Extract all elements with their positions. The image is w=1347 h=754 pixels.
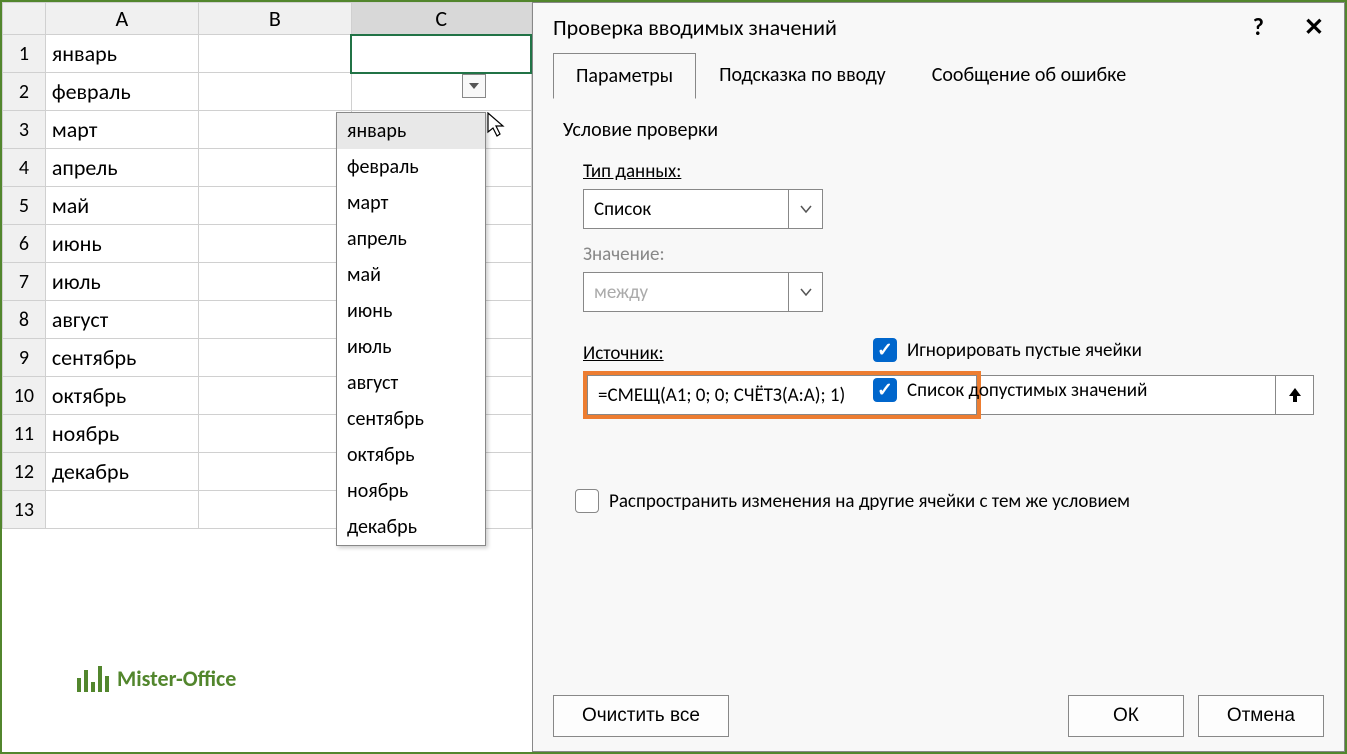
column-header-c[interactable]: C [351,3,531,35]
in-cell-dropdown-label: Список допустимых значений [907,379,1147,402]
dropdown-item[interactable]: октябрь [337,437,485,473]
cell[interactable] [198,301,351,339]
cell[interactable] [198,35,351,73]
apply-changes-label: Распространить изменения на другие ячейк… [609,490,1130,513]
chevron-down-icon [469,83,479,89]
cell[interactable] [198,225,351,263]
mouse-cursor-icon [487,112,507,138]
cell[interactable]: февраль [45,73,198,111]
arrow-up-icon [1287,386,1303,404]
cell-dropdown-button[interactable] [462,74,486,98]
validation-dropdown-list[interactable]: январь февраль март апрель май июнь июль… [336,112,486,546]
select-all-corner[interactable] [3,3,46,35]
close-button[interactable]: ✕ [1304,13,1324,42]
clear-all-button[interactable]: Очистить все [553,695,729,737]
row-header[interactable]: 2 [3,73,46,111]
row-header[interactable]: 4 [3,149,46,187]
data-combobox: между [583,272,823,312]
allow-label: Тип данных: [583,160,1314,183]
cell[interactable]: август [45,301,198,339]
row-header[interactable]: 10 [3,377,46,415]
dropdown-item[interactable]: март [337,185,485,221]
watermark-logo: Mister-Office [77,665,236,692]
dropdown-item[interactable]: июнь [337,293,485,329]
ok-button[interactable]: ОК [1068,695,1184,737]
collapse-dialog-button[interactable] [1276,375,1314,415]
chevron-down-icon [788,190,822,228]
row-header[interactable]: 9 [3,339,46,377]
row-header[interactable]: 7 [3,263,46,301]
row-header[interactable]: 3 [3,111,46,149]
cell[interactable] [198,187,351,225]
cell[interactable]: март [45,111,198,149]
active-cell-c1[interactable] [351,35,531,73]
row-header[interactable]: 6 [3,225,46,263]
cell[interactable] [198,73,351,111]
dropdown-item[interactable]: май [337,257,485,293]
data-value: между [584,281,788,304]
cell[interactable] [198,111,351,149]
cell[interactable]: апрель [45,149,198,187]
cell[interactable] [198,453,351,491]
chevron-down-icon [788,273,822,311]
spreadsheet-panel: A B C 1январь 2февраль 3март 4апрель 5ма… [2,2,532,752]
dropdown-item[interactable]: апрель [337,221,485,257]
dropdown-item[interactable]: июль [337,329,485,365]
cell[interactable]: ноябрь [45,415,198,453]
row-header[interactable]: 1 [3,35,46,73]
ignore-blank-label: Игнорировать пустые ячейки [907,339,1142,362]
validation-criteria-label: Условие проверки [563,118,1314,142]
in-cell-dropdown-checkbox[interactable]: ✓ [873,378,897,402]
cancel-button[interactable]: Отмена [1198,695,1324,737]
tab-settings[interactable]: Параметры [553,53,696,99]
cell[interactable] [198,491,351,529]
data-validation-dialog: Проверка вводимых значений ? ✕ Параметры… [532,2,1345,752]
allow-combobox[interactable]: Список [583,189,823,229]
cell[interactable]: октябрь [45,377,198,415]
tab-input-message[interactable]: Подсказка по вводу [696,52,909,98]
row-header[interactable]: 5 [3,187,46,225]
column-header-b[interactable]: B [198,3,351,35]
help-button[interactable]: ? [1253,13,1264,42]
data-label: Значение: [583,243,1314,266]
cell[interactable]: май [45,187,198,225]
row-header[interactable]: 13 [3,491,46,529]
row-header[interactable]: 11 [3,415,46,453]
cell[interactable] [198,339,351,377]
column-header-a[interactable]: A [45,3,198,35]
logo-text: Mister-Office [117,665,236,692]
cell[interactable] [198,377,351,415]
dropdown-item[interactable]: ноябрь [337,473,485,509]
logo-bars-icon [77,666,109,692]
cell[interactable]: июнь [45,225,198,263]
cell[interactable]: декабрь [45,453,198,491]
cell[interactable] [198,263,351,301]
cell[interactable]: июль [45,263,198,301]
tab-error-alert[interactable]: Сообщение об ошибке [909,52,1149,98]
dropdown-item[interactable]: сентябрь [337,401,485,437]
dialog-title: Проверка вводимых значений [553,14,837,41]
cell[interactable]: январь [45,35,198,73]
row-header[interactable]: 12 [3,453,46,491]
dropdown-item[interactable]: январь [337,113,485,149]
dropdown-item[interactable]: август [337,365,485,401]
apply-changes-checkbox[interactable] [575,489,599,513]
allow-value: Список [584,198,788,221]
row-header[interactable]: 8 [3,301,46,339]
cell[interactable] [198,149,351,187]
dropdown-item[interactable]: декабрь [337,509,485,545]
cell[interactable]: сентябрь [45,339,198,377]
cell[interactable] [351,73,531,111]
dropdown-item[interactable]: февраль [337,149,485,185]
cell[interactable] [45,491,198,529]
ignore-blank-checkbox[interactable]: ✓ [873,338,897,362]
cell[interactable] [198,415,351,453]
